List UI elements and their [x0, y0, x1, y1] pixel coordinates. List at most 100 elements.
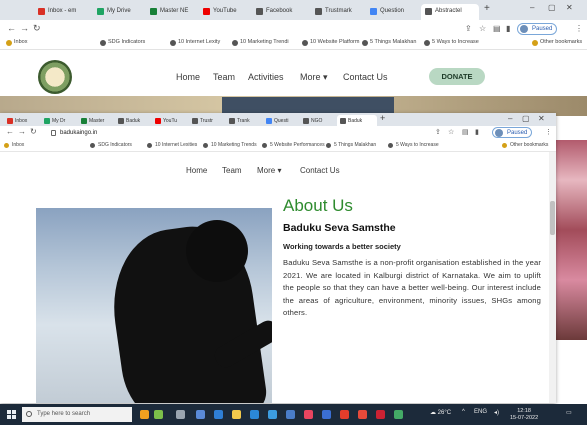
tab-baduku-active[interactable]: Baduk — [337, 115, 377, 126]
volume-icon[interactable]: ◂) — [494, 409, 499, 416]
file-explorer-icon[interactable] — [232, 410, 241, 419]
tray-overflow-icon[interactable]: ^ — [462, 409, 465, 415]
notification-icon[interactable]: ▭ — [566, 409, 572, 416]
scrollbar-thumb[interactable] — [550, 201, 555, 235]
app-icon[interactable] — [140, 410, 149, 419]
tab-master[interactable]: Master — [78, 115, 114, 126]
tab-trank[interactable]: Trank — [226, 115, 262, 126]
restore-icon[interactable]: ▢ — [548, 3, 556, 12]
app-icon[interactable] — [154, 410, 163, 419]
star-icon[interactable]: ☆ — [479, 24, 486, 33]
tab-inbox[interactable]: Inbox - em — [34, 4, 92, 20]
new-tab-icon[interactable]: + — [484, 3, 490, 14]
bookmark-item[interactable]: SDG Indicators — [100, 39, 145, 46]
bookmark-other[interactable]: Other bookmarks — [532, 39, 582, 46]
app-icon[interactable] — [286, 410, 295, 419]
nav-more[interactable]: More ▾ — [300, 72, 328, 83]
bookmark-item[interactable]: SDG Indicators — [90, 142, 132, 148]
share-icon[interactable]: ⇪ — [435, 128, 441, 136]
profile-button[interactable]: Paused — [517, 23, 558, 35]
tab-inbox[interactable]: Inbox — [4, 115, 40, 126]
app-icon[interactable] — [268, 410, 277, 419]
bookmark-other[interactable]: Other bookmarks — [502, 142, 548, 148]
menu-icon[interactable]: ⋮ — [545, 128, 552, 136]
minimize-icon[interactable]: – — [530, 3, 534, 12]
bookmark-item[interactable]: Inbox — [6, 39, 27, 46]
donate-button[interactable]: DONATE — [429, 68, 485, 85]
app-icon[interactable] — [304, 410, 313, 419]
task-view-icon[interactable] — [196, 410, 205, 419]
tab-trustmark[interactable]: Trustmark — [311, 4, 365, 20]
site-logo[interactable] — [38, 60, 72, 94]
bookmark-item[interactable]: 5 Things Malakhan — [326, 142, 376, 148]
profile-button[interactable]: Paused — [492, 127, 533, 138]
reload-icon[interactable]: ↻ — [33, 23, 41, 34]
tab-question[interactable]: Questi — [263, 115, 299, 126]
nav-contact[interactable]: Contact Us — [343, 72, 388, 82]
share-icon[interactable]: ⇪ — [465, 24, 472, 33]
tab-question[interactable]: Question — [366, 4, 420, 20]
url-input[interactable]: badukaingo.in — [50, 127, 370, 141]
close-icon[interactable]: ✕ — [566, 3, 573, 12]
bookmark-item[interactable]: Inbox — [4, 142, 24, 148]
nav-home[interactable]: Home — [186, 166, 207, 175]
nav-more[interactable]: More ▾ — [257, 166, 281, 175]
bookmark-item[interactable]: 5 Website Performances — [262, 142, 325, 148]
tab-master[interactable]: Master NE — [146, 4, 198, 20]
nav-contact[interactable]: Contact Us — [300, 166, 340, 175]
nav-activities[interactable]: Activities — [248, 72, 284, 82]
app-icon[interactable] — [214, 410, 223, 419]
taskbar-search-input[interactable]: Type here to search — [22, 407, 132, 422]
tab-youtube[interactable]: YouTube — [199, 4, 251, 20]
tab-ngo[interactable]: NGO — [300, 115, 336, 126]
back-icon[interactable]: ← — [6, 127, 14, 136]
bookmarks-bar: Inbox SDG Indicators 10 Internet Lexitie… — [0, 141, 556, 152]
language-indicator[interactable]: ENG — [474, 409, 487, 415]
bookmark-item[interactable]: 10 Marketing Trends — [203, 142, 257, 148]
tab-facebook[interactable]: Facebook — [252, 4, 310, 20]
bookmark-item[interactable]: 10 Internet Lexity — [170, 39, 220, 46]
bookmark-item[interactable]: 5 Ways to Increase — [388, 142, 439, 148]
nav-team[interactable]: Team — [213, 72, 235, 82]
tab-trustr[interactable]: Trustr — [189, 115, 225, 126]
search-icon — [26, 411, 32, 417]
extensions-icon[interactable]: ▤ — [462, 128, 469, 136]
puzzle-icon[interactable]: ▮ — [506, 24, 510, 33]
restore-icon[interactable]: ▢ — [522, 114, 530, 123]
bookmark-item[interactable]: 10 Marketing Trendi — [232, 39, 289, 46]
reload-icon[interactable]: ↻ — [30, 127, 37, 136]
silhouette-head — [186, 220, 248, 282]
app-icon[interactable] — [376, 410, 385, 419]
scrollbar[interactable] — [549, 152, 556, 403]
app-icon[interactable] — [176, 410, 185, 419]
star-icon[interactable]: ☆ — [448, 128, 454, 136]
system-clock[interactable]: 12:18 15-07-2022 — [510, 408, 538, 421]
app-icon[interactable] — [358, 410, 367, 419]
extensions-icon[interactable]: ▤ — [493, 24, 501, 33]
back-icon[interactable]: ← — [7, 23, 16, 33]
windows-start-icon[interactable] — [7, 410, 16, 419]
bookmark-item[interactable]: 5 Ways to Increase — [424, 39, 479, 46]
minimize-icon[interactable]: – — [508, 114, 512, 123]
menu-icon[interactable]: ⋮ — [575, 24, 583, 33]
forward-icon[interactable]: → — [18, 127, 26, 136]
close-icon[interactable]: ✕ — [538, 114, 545, 123]
bookmark-item[interactable]: 5 Things Malakhan — [362, 39, 416, 46]
edge-icon[interactable] — [250, 410, 259, 419]
nav-team[interactable]: Team — [222, 166, 242, 175]
chrome-icon[interactable] — [340, 410, 349, 419]
tab-drive[interactable]: My Dr — [41, 115, 77, 126]
puzzle-icon[interactable]: ▮ — [475, 128, 479, 136]
app-icon[interactable] — [394, 410, 403, 419]
tab-abstract[interactable]: Abstractel — [421, 4, 479, 20]
weather-widget[interactable]: ☁ 26°C — [430, 409, 451, 416]
forward-icon[interactable]: → — [20, 23, 29, 33]
tab-baduku[interactable]: Baduk — [115, 115, 151, 126]
nav-home[interactable]: Home — [176, 72, 200, 82]
tab-drive[interactable]: My Drive — [93, 4, 145, 20]
app-icon[interactable] — [322, 410, 331, 419]
tab-youtube[interactable]: YouTu — [152, 115, 188, 126]
bookmark-item[interactable]: 10 Website Platform — [302, 39, 359, 46]
bookmark-item[interactable]: 10 Internet Lexities — [147, 142, 197, 148]
new-tab-icon[interactable]: + — [380, 113, 385, 123]
